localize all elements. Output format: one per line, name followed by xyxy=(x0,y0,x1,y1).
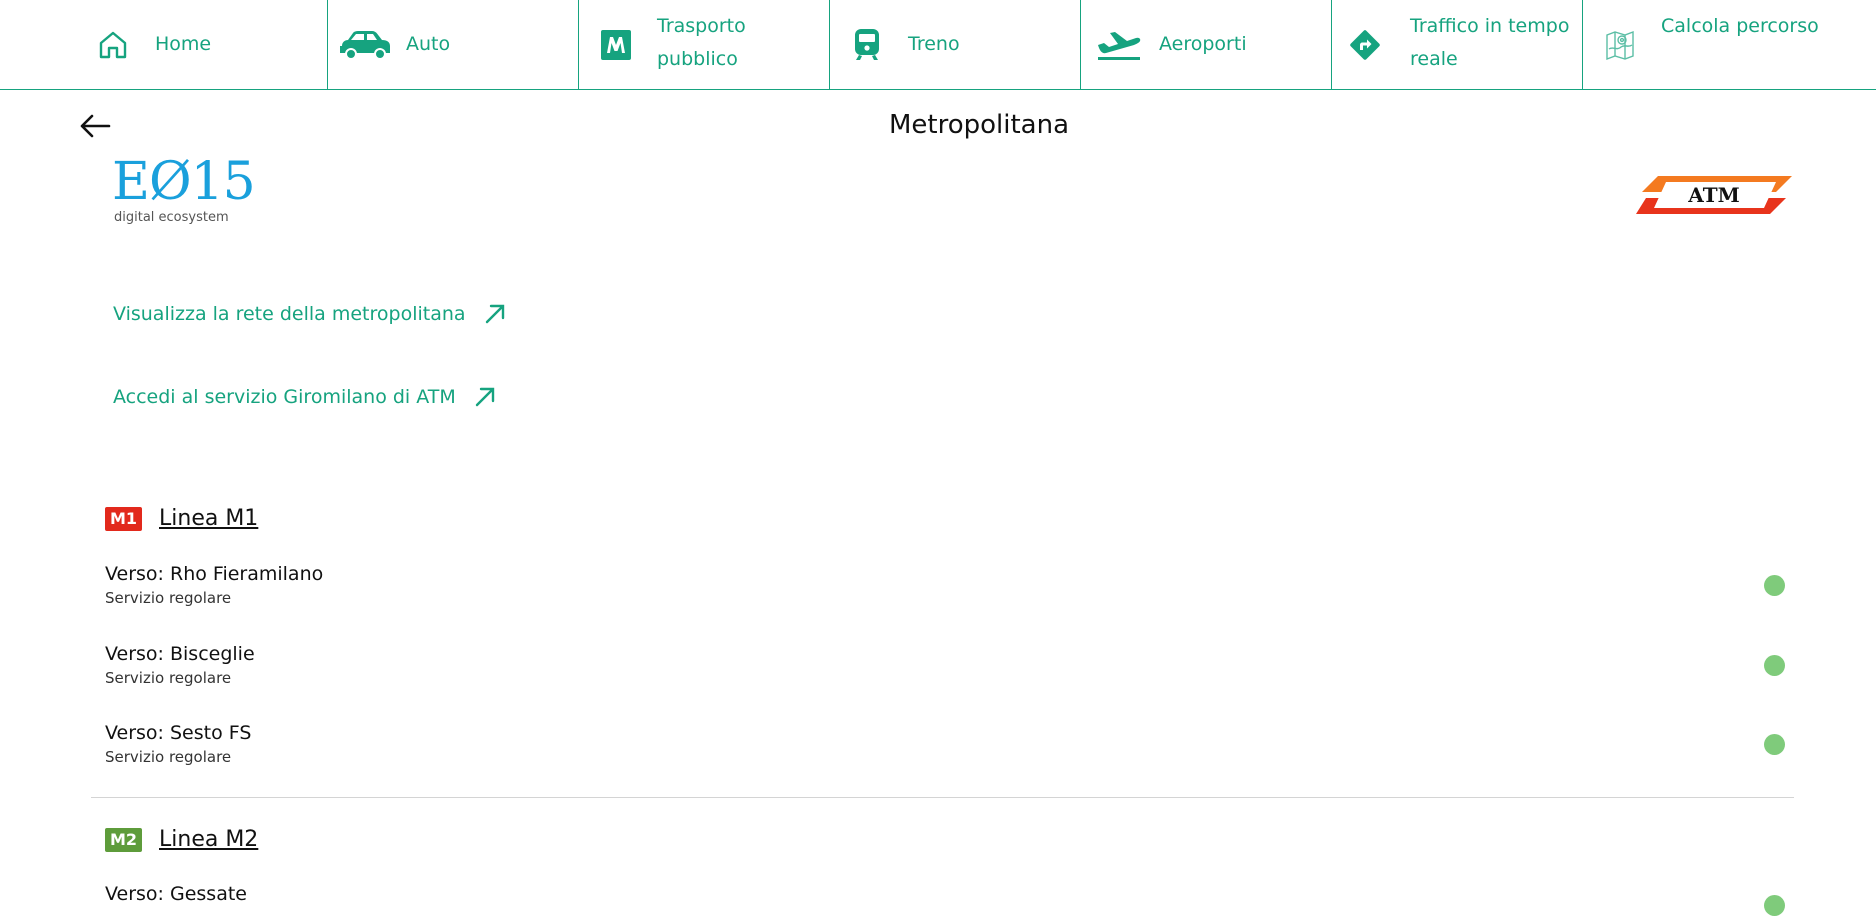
link-label: Visualizza la rete della metropolitana xyxy=(113,303,466,325)
nav-item-label: Home xyxy=(155,33,212,55)
line-m2-header: M2 Linea M2 xyxy=(105,827,258,852)
direction-name: Verso: Rho Fieramilano xyxy=(105,563,324,585)
external-arrow-icon xyxy=(485,304,504,324)
nav-item-label: Calcola percorso xyxy=(1661,15,1819,37)
nav-item-label: Auto xyxy=(406,33,451,55)
direction-status: Servizio regolare xyxy=(105,748,232,766)
nav-item-calcola-percorso[interactable]: Calcola percorso xyxy=(1583,0,1833,90)
line-m2-badge: M2 xyxy=(105,827,142,852)
nav-item-home[interactable]: Home xyxy=(0,0,327,90)
direction-status: Servizio regolare xyxy=(105,669,232,687)
top-navigation: Home Auto Trasporto pubblico Treno Aerop… xyxy=(0,0,1876,90)
nav-item-auto[interactable]: Auto xyxy=(328,0,578,90)
home-icon xyxy=(96,28,130,62)
atm-logo: ATM xyxy=(1636,174,1792,216)
line-m1-header: M1 Linea M1 xyxy=(105,506,258,531)
car-icon xyxy=(336,28,394,62)
e015-logo-tagline: digital ecosystem xyxy=(114,210,229,225)
status-dot xyxy=(1764,895,1785,916)
nav-item-label: Aeroporti xyxy=(1159,33,1247,55)
link-giromilano[interactable]: Accedi al servizio Giromilano di ATM xyxy=(113,386,496,408)
link-rete-metropolitana[interactable]: Visualizza la rete della metropolitana xyxy=(113,303,506,325)
status-dot xyxy=(1764,655,1785,676)
train-icon xyxy=(850,28,884,62)
metro-icon xyxy=(599,28,633,62)
nav-item-trasporto-pubblico[interactable]: Trasporto pubblico xyxy=(579,0,829,90)
page-title: Metropolitana xyxy=(888,110,1070,140)
link-label: Accedi al servizio Giromilano di ATM xyxy=(113,386,456,408)
e015-logo-mark: EØ15 xyxy=(112,152,256,212)
direction-row: Verso: Gessate xyxy=(105,881,1785,916)
nav-item-label: Treno xyxy=(908,33,960,55)
plane-icon xyxy=(1095,28,1143,62)
direction-status: Servizio regolare xyxy=(105,589,232,607)
direction-row: Verso: Bisceglie Servizio regolare xyxy=(105,641,1785,689)
nav-item-aeroporti[interactable]: Aeroporti xyxy=(1081,0,1331,90)
direction-name: Verso: Gessate xyxy=(105,883,247,905)
e015-logo: EØ15 digital ecosystem xyxy=(112,152,256,228)
line-m1-badge: M1 xyxy=(105,506,142,531)
line-m1-title[interactable]: Linea M1 xyxy=(159,506,258,531)
status-dot xyxy=(1764,734,1785,755)
external-arrow-icon xyxy=(475,387,494,407)
section-divider xyxy=(91,797,1794,798)
direction-name: Verso: Bisceglie xyxy=(105,643,255,665)
line-m2-title[interactable]: Linea M2 xyxy=(159,827,258,852)
map-icon xyxy=(1603,28,1637,62)
nav-item-traffico[interactable]: Traffico in tempo reale xyxy=(1332,0,1582,90)
status-dot xyxy=(1764,575,1785,596)
nav-item-label: Traffico in tempo reale xyxy=(1410,15,1570,70)
direction-row: Verso: Rho Fieramilano Servizio regolare xyxy=(105,561,1785,609)
atm-logo-text: ATM xyxy=(1687,183,1739,207)
direction-name: Verso: Sesto FS xyxy=(105,722,252,744)
nav-item-label: Trasporto pubblico xyxy=(657,15,746,70)
direction-row: Verso: Sesto FS Servizio regolare xyxy=(105,720,1785,768)
nav-item-treno[interactable]: Treno xyxy=(830,0,1080,90)
directions-icon xyxy=(1348,28,1382,62)
